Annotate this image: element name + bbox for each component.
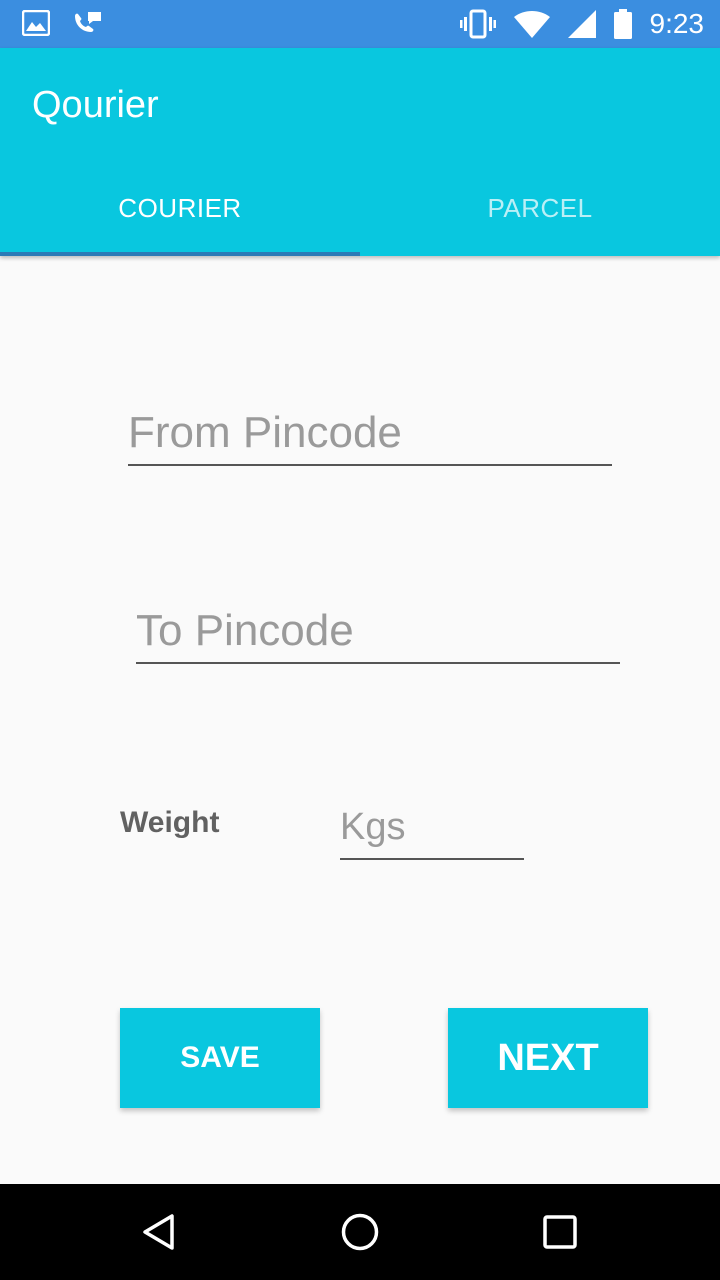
app-title: Qourier (32, 84, 159, 126)
tab-courier[interactable]: COURIER (0, 160, 360, 256)
from-pincode-field (128, 408, 612, 466)
wifi-icon (513, 10, 550, 38)
home-icon[interactable] (340, 1212, 380, 1252)
phone-chat-icon (72, 10, 104, 38)
save-button[interactable]: SAVE (120, 1008, 320, 1108)
battery-icon (613, 9, 632, 39)
clock: 9:23 (649, 8, 705, 39)
tab-parcel[interactable]: PARCEL (360, 160, 720, 256)
weight-label: Weight (120, 806, 220, 839)
weight-field (340, 802, 524, 860)
image-icon (22, 10, 50, 38)
back-icon[interactable] (140, 1212, 180, 1252)
tab-bar: COURIER PARCEL (0, 160, 720, 256)
recents-icon[interactable] (540, 1212, 580, 1252)
to-pincode-field (136, 606, 620, 664)
to-pincode-input[interactable] (136, 606, 620, 656)
signal-icon (567, 10, 596, 38)
app-bar: Qourier COURIER PARCEL (0, 48, 720, 256)
vibrate-icon (459, 9, 496, 39)
status-bar: 9:23 (0, 0, 720, 48)
navigation-bar (0, 1184, 720, 1280)
weight-input[interactable] (340, 806, 524, 849)
system-icons: 9:23 (459, 8, 705, 40)
notification-icons (22, 10, 104, 38)
from-pincode-input[interactable] (128, 408, 612, 458)
next-button[interactable]: NEXT (448, 1008, 648, 1108)
